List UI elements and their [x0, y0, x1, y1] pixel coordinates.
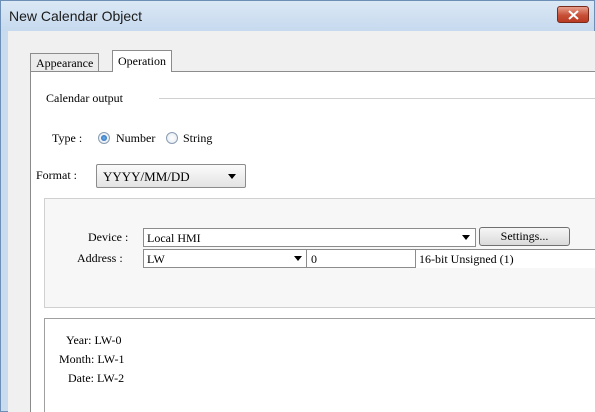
- tab-operation[interactable]: Operation: [112, 50, 172, 72]
- close-button[interactable]: [557, 6, 589, 23]
- output-year: Year: LW-0: [66, 333, 122, 347]
- title-bar[interactable]: New Calendar Object: [1, 1, 594, 31]
- output-address-box: [44, 318, 595, 412]
- address-type-dropdown[interactable]: LW: [143, 249, 307, 268]
- calendar-output-group-label: Calendar output: [46, 91, 123, 105]
- output-date: Date: LW-2: [68, 371, 125, 385]
- address-label: Address :: [77, 251, 123, 265]
- type-string-radio[interactable]: [166, 132, 178, 144]
- address-value: 0: [311, 252, 317, 266]
- address-format-display: 16-bit Unsigned (1): [416, 249, 595, 268]
- chevron-down-icon: [294, 256, 302, 261]
- settings-button[interactable]: Settings...: [479, 227, 570, 246]
- group-divider: [159, 98, 595, 99]
- window-title: New Calendar Object: [9, 8, 143, 24]
- format-label: Format :: [36, 168, 77, 182]
- address-format-value: 16-bit Unsigned (1): [419, 252, 514, 266]
- address-input[interactable]: 0: [307, 249, 416, 268]
- type-number-label[interactable]: Number: [116, 131, 155, 146]
- format-dropdown[interactable]: YYYY/MM/DD: [96, 164, 246, 188]
- close-icon: [568, 10, 579, 20]
- device-value: Local HMI: [147, 231, 201, 245]
- chevron-down-icon: [462, 235, 470, 240]
- type-number-radio[interactable]: [98, 132, 110, 144]
- device-dropdown[interactable]: Local HMI: [143, 228, 476, 247]
- device-label: Device :: [88, 230, 129, 244]
- type-string-label[interactable]: String: [183, 131, 212, 146]
- chevron-down-icon: [228, 174, 236, 179]
- tab-appearance[interactable]: Appearance: [30, 53, 100, 71]
- output-month: Month: LW-1: [59, 352, 125, 366]
- format-value: YYYY/MM/DD: [103, 169, 190, 184]
- address-type-value: LW: [147, 252, 165, 266]
- type-label: Type :: [52, 131, 83, 145]
